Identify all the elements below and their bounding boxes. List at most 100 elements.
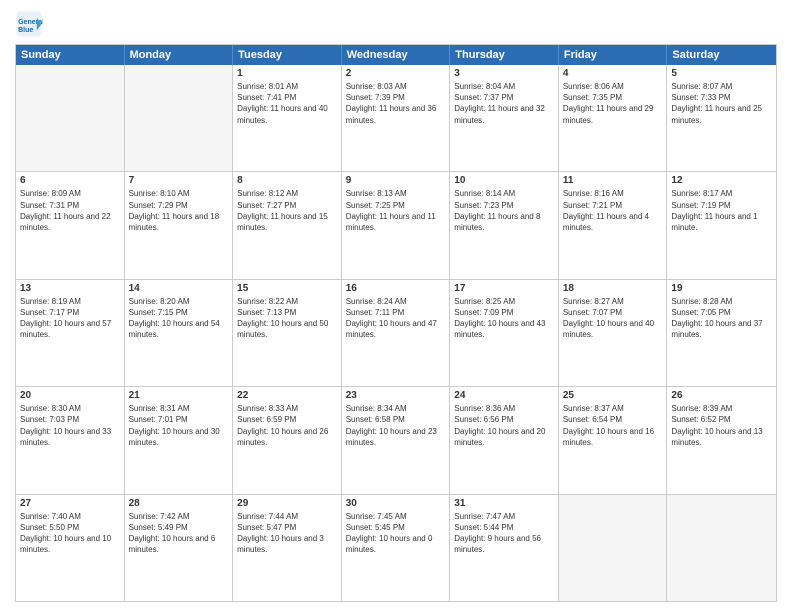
calendar-cell: 26 Sunrise: 8:39 AM Sunset: 6:52 PM Dayli… bbox=[667, 387, 776, 493]
calendar-cell: 23 Sunrise: 8:34 AM Sunset: 6:58 PM Dayli… bbox=[342, 387, 451, 493]
day-info: Sunrise: 8:36 AM Sunset: 6:56 PM Dayligh… bbox=[454, 403, 554, 448]
day-info: Sunrise: 8:14 AM Sunset: 7:23 PM Dayligh… bbox=[454, 188, 554, 233]
calendar-cell: 5 Sunrise: 8:07 AM Sunset: 7:33 PM Daylig… bbox=[667, 65, 776, 171]
day-info: Sunrise: 8:12 AM Sunset: 7:27 PM Dayligh… bbox=[237, 188, 337, 233]
day-number: 2 bbox=[346, 68, 446, 79]
day-info: Sunrise: 8:16 AM Sunset: 7:21 PM Dayligh… bbox=[563, 188, 663, 233]
day-number: 23 bbox=[346, 390, 446, 401]
day-info: Sunrise: 8:04 AM Sunset: 7:37 PM Dayligh… bbox=[454, 81, 554, 126]
day-info: Sunrise: 8:20 AM Sunset: 7:15 PM Dayligh… bbox=[129, 296, 229, 341]
calendar-cell: 9 Sunrise: 8:13 AM Sunset: 7:25 PM Daylig… bbox=[342, 172, 451, 278]
day-number: 26 bbox=[671, 390, 772, 401]
calendar: SundayMondayTuesdayWednesdayThursdayFrid… bbox=[15, 44, 777, 602]
calendar-cell: 30Sunrise: 7:45 AM Sunset: 5:45 PM Dayli… bbox=[342, 495, 451, 601]
calendar-cell: 8 Sunrise: 8:12 AM Sunset: 7:27 PM Daylig… bbox=[233, 172, 342, 278]
day-number: 14 bbox=[129, 283, 229, 294]
calendar-cell: 28Sunrise: 7:42 AM Sunset: 5:49 PM Dayli… bbox=[125, 495, 234, 601]
weekday-header: Tuesday bbox=[233, 45, 342, 65]
day-info: Sunrise: 8:07 AM Sunset: 7:33 PM Dayligh… bbox=[671, 81, 772, 126]
day-number: 25 bbox=[563, 390, 663, 401]
day-info: Sunrise: 8:06 AM Sunset: 7:35 PM Dayligh… bbox=[563, 81, 663, 126]
day-number: 17 bbox=[454, 283, 554, 294]
day-info: Sunrise: 7:45 AM Sunset: 5:45 PM Dayligh… bbox=[346, 511, 446, 556]
day-number: 12 bbox=[671, 175, 772, 186]
header: General Blue bbox=[15, 10, 777, 38]
calendar-cell bbox=[16, 65, 125, 171]
calendar-cell: 12Sunrise: 8:17 AM Sunset: 7:19 PM Dayli… bbox=[667, 172, 776, 278]
day-info: Sunrise: 8:10 AM Sunset: 7:29 PM Dayligh… bbox=[129, 188, 229, 233]
weekday-header: Saturday bbox=[667, 45, 776, 65]
day-number: 1 bbox=[237, 68, 337, 79]
calendar-cell: 16Sunrise: 8:24 AM Sunset: 7:11 PM Dayli… bbox=[342, 280, 451, 386]
day-number: 18 bbox=[563, 283, 663, 294]
calendar-cell: 13 Sunrise: 8:19 AM Sunset: 7:17 PM Dayli… bbox=[16, 280, 125, 386]
calendar-cell: 17 Sunrise: 8:25 AM Sunset: 7:09 PM Dayli… bbox=[450, 280, 559, 386]
calendar-cell: 29Sunrise: 7:44 AM Sunset: 5:47 PM Dayli… bbox=[233, 495, 342, 601]
day-info: Sunrise: 8:03 AM Sunset: 7:39 PM Dayligh… bbox=[346, 81, 446, 126]
calendar-row: 1 Sunrise: 8:01 AM Sunset: 7:41 PM Daylig… bbox=[16, 65, 776, 171]
day-info: Sunrise: 8:27 AM Sunset: 7:07 PM Dayligh… bbox=[563, 296, 663, 341]
day-info: Sunrise: 8:01 AM Sunset: 7:41 PM Dayligh… bbox=[237, 81, 337, 126]
day-number: 15 bbox=[237, 283, 337, 294]
day-info: Sunrise: 8:25 AM Sunset: 7:09 PM Dayligh… bbox=[454, 296, 554, 341]
day-info: Sunrise: 8:30 AM Sunset: 7:03 PM Dayligh… bbox=[20, 403, 120, 448]
day-number: 24 bbox=[454, 390, 554, 401]
calendar-cell: 20Sunrise: 8:30 AM Sunset: 7:03 PM Dayli… bbox=[16, 387, 125, 493]
calendar-cell: 1 Sunrise: 8:01 AM Sunset: 7:41 PM Daylig… bbox=[233, 65, 342, 171]
calendar-cell: 24 Sunrise: 8:36 AM Sunset: 6:56 PM Dayli… bbox=[450, 387, 559, 493]
calendar-cell bbox=[559, 495, 668, 601]
calendar-cell: 10 Sunrise: 8:14 AM Sunset: 7:23 PM Dayli… bbox=[450, 172, 559, 278]
day-info: Sunrise: 8:09 AM Sunset: 7:31 PM Dayligh… bbox=[20, 188, 120, 233]
weekday-header: Monday bbox=[125, 45, 234, 65]
page: General Blue SundayMondayTuesdayWednesda… bbox=[0, 0, 792, 612]
day-info: Sunrise: 8:33 AM Sunset: 6:59 PM Dayligh… bbox=[237, 403, 337, 448]
weekday-header: Wednesday bbox=[342, 45, 451, 65]
calendar-cell: 25Sunrise: 8:37 AM Sunset: 6:54 PM Dayli… bbox=[559, 387, 668, 493]
day-number: 19 bbox=[671, 283, 772, 294]
day-info: Sunrise: 8:39 AM Sunset: 6:52 PM Dayligh… bbox=[671, 403, 772, 448]
day-number: 13 bbox=[20, 283, 120, 294]
day-info: Sunrise: 7:40 AM Sunset: 5:50 PM Dayligh… bbox=[20, 511, 120, 556]
calendar-cell: 3 Sunrise: 8:04 AM Sunset: 7:37 PM Daylig… bbox=[450, 65, 559, 171]
calendar-cell bbox=[667, 495, 776, 601]
weekday-header: Friday bbox=[559, 45, 668, 65]
calendar-row: 13 Sunrise: 8:19 AM Sunset: 7:17 PM Dayli… bbox=[16, 279, 776, 386]
calendar-row: 6Sunrise: 8:09 AM Sunset: 7:31 PM Daylig… bbox=[16, 171, 776, 278]
day-number: 5 bbox=[671, 68, 772, 79]
day-number: 27 bbox=[20, 498, 120, 509]
day-info: Sunrise: 8:13 AM Sunset: 7:25 PM Dayligh… bbox=[346, 188, 446, 233]
day-info: Sunrise: 8:24 AM Sunset: 7:11 PM Dayligh… bbox=[346, 296, 446, 341]
day-info: Sunrise: 8:28 AM Sunset: 7:05 PM Dayligh… bbox=[671, 296, 772, 341]
day-number: 8 bbox=[237, 175, 337, 186]
day-number: 31 bbox=[454, 498, 554, 509]
day-number: 7 bbox=[129, 175, 229, 186]
weekday-header: Sunday bbox=[16, 45, 125, 65]
weekday-header: Thursday bbox=[450, 45, 559, 65]
day-info: Sunrise: 7:47 AM Sunset: 5:44 PM Dayligh… bbox=[454, 511, 554, 556]
calendar-cell: 22Sunrise: 8:33 AM Sunset: 6:59 PM Dayli… bbox=[233, 387, 342, 493]
calendar-cell: 6Sunrise: 8:09 AM Sunset: 7:31 PM Daylig… bbox=[16, 172, 125, 278]
day-info: Sunrise: 8:34 AM Sunset: 6:58 PM Dayligh… bbox=[346, 403, 446, 448]
calendar-row: 20Sunrise: 8:30 AM Sunset: 7:03 PM Dayli… bbox=[16, 386, 776, 493]
day-number: 9 bbox=[346, 175, 446, 186]
day-number: 21 bbox=[129, 390, 229, 401]
day-number: 10 bbox=[454, 175, 554, 186]
day-info: Sunrise: 8:31 AM Sunset: 7:01 PM Dayligh… bbox=[129, 403, 229, 448]
logo: General Blue bbox=[15, 10, 43, 38]
svg-text:Blue: Blue bbox=[18, 27, 33, 34]
day-number: 29 bbox=[237, 498, 337, 509]
day-info: Sunrise: 8:19 AM Sunset: 7:17 PM Dayligh… bbox=[20, 296, 120, 341]
calendar-cell bbox=[125, 65, 234, 171]
calendar-cell: 31 Sunrise: 7:47 AM Sunset: 5:44 PM Dayli… bbox=[450, 495, 559, 601]
calendar-row: 27 Sunrise: 7:40 AM Sunset: 5:50 PM Dayli… bbox=[16, 494, 776, 601]
calendar-cell: 4Sunrise: 8:06 AM Sunset: 7:35 PM Daylig… bbox=[559, 65, 668, 171]
day-info: Sunrise: 7:42 AM Sunset: 5:49 PM Dayligh… bbox=[129, 511, 229, 556]
calendar-cell: 2 Sunrise: 8:03 AM Sunset: 7:39 PM Daylig… bbox=[342, 65, 451, 171]
day-number: 11 bbox=[563, 175, 663, 186]
calendar-cell: 19 Sunrise: 8:28 AM Sunset: 7:05 PM Dayli… bbox=[667, 280, 776, 386]
calendar-cell: 15Sunrise: 8:22 AM Sunset: 7:13 PM Dayli… bbox=[233, 280, 342, 386]
day-number: 3 bbox=[454, 68, 554, 79]
calendar-header: SundayMondayTuesdayWednesdayThursdayFrid… bbox=[16, 45, 776, 65]
calendar-body: 1 Sunrise: 8:01 AM Sunset: 7:41 PM Daylig… bbox=[16, 65, 776, 601]
calendar-cell: 18 Sunrise: 8:27 AM Sunset: 7:07 PM Dayli… bbox=[559, 280, 668, 386]
